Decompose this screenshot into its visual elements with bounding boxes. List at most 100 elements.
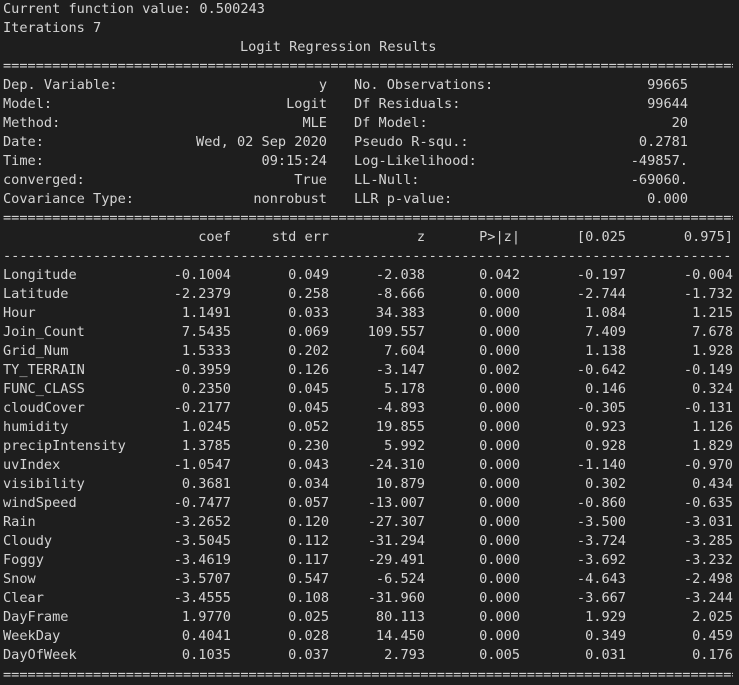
cell-p: 0.000	[479, 305, 520, 321]
cell-ci-high: -0.131	[683, 400, 733, 416]
cell-p: 0.000	[479, 343, 520, 359]
summary-right-value: 99644	[647, 96, 688, 112]
header-ci-high: 0.975]	[683, 229, 733, 245]
summary-row: Model: Logit Df Residuals: 99644	[0, 95, 739, 114]
summary-left-value: Wed, 02 Sep 2020	[196, 134, 327, 150]
variable-name: Rain	[3, 514, 36, 530]
cell-z: -3.147	[375, 362, 425, 378]
variable-name: Clear	[3, 590, 44, 606]
cell-std-err: 0.033	[288, 305, 329, 321]
header-z: z	[416, 229, 425, 245]
cell-ci-high: 1.126	[692, 419, 733, 435]
cell-coef: -3.4619	[173, 552, 231, 568]
cell-ci-low: -0.642	[576, 362, 626, 378]
cell-ci-low: -2.744	[576, 286, 626, 302]
cell-std-err: 0.108	[288, 590, 329, 606]
cell-p: 0.042	[479, 267, 520, 283]
variable-name: Hour	[3, 305, 36, 321]
cell-std-err: 0.069	[288, 324, 329, 340]
cell-ci-low: 7.409	[585, 324, 626, 340]
cell-ci-high: 1.928	[692, 343, 733, 359]
summary-right-label: Log-Likelihood:	[354, 153, 477, 169]
cell-coef: -1.0547	[173, 457, 231, 473]
header-std-err: std err	[271, 229, 329, 245]
cell-coef: 1.5333	[181, 343, 231, 359]
cell-ci-high: 0.434	[692, 476, 733, 492]
cell-ci-high: 2.025	[692, 609, 733, 625]
summary-right-value: 99665	[647, 77, 688, 93]
coef-row: Join_Count 7.5435 0.069 109.557 0.000 7.409 7.…	[0, 323, 739, 342]
summary-right-label: LLR p-value:	[354, 191, 453, 207]
variable-name: DayFrame	[3, 609, 69, 625]
cell-coef: 1.9770	[181, 609, 231, 625]
cell-z: 14.450	[375, 628, 425, 644]
cell-coef: -2.2379	[173, 286, 231, 302]
summary-row: Dep. Variable: y No. Observations: 99665	[0, 76, 739, 95]
variable-name: Grid_Num	[3, 343, 69, 359]
coef-row: Cloudy -3.5045 0.112 -31.294 0.000 -3.724 -3.2…	[0, 532, 739, 551]
cell-z: 5.992	[384, 438, 425, 454]
summary-right-label: No. Observations:	[354, 77, 494, 93]
cell-ci-low: 0.302	[585, 476, 626, 492]
summary-row: Date: Wed, 02 Sep 2020 Pseudo R-squ.: 0.278…	[0, 133, 739, 152]
coef-row: uvIndex -1.0547 0.043 -24.310 0.000 -1.140 -0.…	[0, 456, 739, 475]
cell-ci-high: -0.149	[683, 362, 733, 378]
cell-coef: 1.1491	[181, 305, 231, 321]
coef-row: WeekDay 0.4041 0.028 14.450 0.000 0.349 0.459	[0, 627, 739, 646]
summary-left-value: nonrobust	[253, 191, 327, 207]
cell-std-err: 0.045	[288, 381, 329, 397]
coef-row: Clear -3.4555 0.108 -31.960 0.000 -3.667 -3.24…	[0, 589, 739, 608]
cell-z: -13.007	[367, 495, 425, 511]
cell-coef: -0.7477	[173, 495, 231, 511]
cell-ci-high: 0.459	[692, 628, 733, 644]
variable-name: FUNC_CLASS	[3, 381, 85, 397]
double-separator: ========================================…	[3, 667, 733, 683]
cell-std-err: 0.025	[288, 609, 329, 625]
cell-std-err: 0.202	[288, 343, 329, 359]
cell-std-err: 0.230	[288, 438, 329, 454]
cell-ci-low: -3.500	[576, 514, 626, 530]
summary-left-label: converged:	[3, 172, 85, 188]
cell-coef: 1.3785	[181, 438, 231, 454]
variable-name: TY_TERRAIN	[3, 362, 85, 378]
cell-std-err: 0.052	[288, 419, 329, 435]
cell-z: -31.960	[367, 590, 425, 606]
variable-name: windSpeed	[3, 495, 77, 511]
cell-coef: -3.2652	[173, 514, 231, 530]
coef-row: visibility 0.3681 0.034 10.879 0.000 0.302 0.4…	[0, 475, 739, 494]
variable-name: Latitude	[3, 286, 69, 302]
cell-p: 0.000	[479, 552, 520, 568]
cell-ci-high: -3.232	[683, 552, 733, 568]
cell-p: 0.000	[479, 400, 520, 416]
cell-z: -24.310	[367, 457, 425, 473]
cell-p: 0.000	[479, 514, 520, 530]
coef-row: precipIntensity 1.3785 0.230 5.992 0.000 0.92…	[0, 437, 739, 456]
coef-row: Rain -3.2652 0.120 -27.307 0.000 -3.500 -3.031	[0, 513, 739, 532]
cell-ci-low: 0.146	[585, 381, 626, 397]
cell-z: 109.557	[367, 324, 425, 340]
cell-std-err: 0.057	[288, 495, 329, 511]
cell-z: -31.294	[367, 533, 425, 549]
cell-std-err: 0.120	[288, 514, 329, 530]
variable-name: visibility	[3, 476, 85, 492]
cell-p: 0.000	[479, 533, 520, 549]
cell-ci-low: -3.692	[576, 552, 626, 568]
cell-ci-high: 1.829	[692, 438, 733, 454]
cell-p: 0.000	[479, 476, 520, 492]
single-separator: ----------------------------------------…	[3, 248, 733, 264]
header-p-value: P>|z|	[479, 229, 520, 245]
summary-row: Covariance Type: nonrobust LLR p-value: 0.0…	[0, 190, 739, 209]
cell-ci-low: 1.929	[585, 609, 626, 625]
coef-row: FUNC_CLASS 0.2350 0.045 5.178 0.000 0.146 0.32…	[0, 380, 739, 399]
cell-p: 0.002	[479, 362, 520, 378]
cell-ci-low: -0.197	[576, 267, 626, 283]
double-separator: ========================================…	[3, 58, 733, 74]
cell-z: -27.307	[367, 514, 425, 530]
cell-p: 0.000	[479, 495, 520, 511]
summary-left-value: Logit	[286, 96, 327, 112]
summary-right-label: LL-Null:	[354, 172, 420, 188]
cell-coef: 7.5435	[181, 324, 231, 340]
cell-std-err: 0.043	[288, 457, 329, 473]
summary-left-label: Time:	[3, 153, 44, 169]
variable-name: DayOfWeek	[3, 647, 77, 663]
